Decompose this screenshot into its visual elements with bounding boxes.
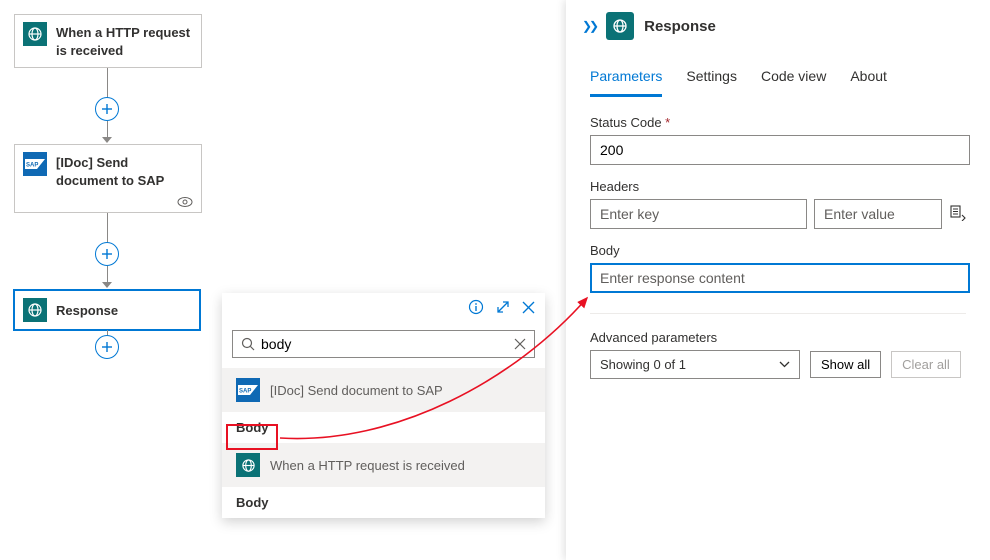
- expand-icon[interactable]: [496, 300, 510, 317]
- connector: [107, 213, 108, 243]
- node-http-trigger[interactable]: When a HTTP request is received: [14, 14, 202, 68]
- header-value-input[interactable]: [814, 199, 942, 229]
- arrow-head-icon: [102, 282, 112, 288]
- status-code-label: Status Code *: [590, 115, 966, 130]
- chevron-down-icon: [779, 361, 790, 368]
- sap-icon: SAP: [236, 378, 260, 402]
- connector: [107, 68, 108, 98]
- clear-icon[interactable]: [514, 338, 526, 350]
- header-key-input[interactable]: [590, 199, 807, 229]
- token-search-input[interactable]: [232, 330, 535, 358]
- info-icon[interactable]: [468, 299, 484, 318]
- globe-icon: [23, 22, 47, 46]
- search-icon: [241, 337, 255, 351]
- headers-label: Headers: [590, 179, 966, 194]
- node-title: Response: [56, 300, 118, 320]
- tab-codeview[interactable]: Code view: [761, 60, 826, 97]
- switch-mode-icon[interactable]: [950, 205, 966, 224]
- globe-icon: [236, 453, 260, 477]
- advanced-parameters-label: Advanced parameters: [566, 314, 990, 350]
- globe-icon: [23, 298, 47, 322]
- show-all-button[interactable]: Show all: [810, 351, 881, 378]
- node-response[interactable]: Response: [13, 289, 201, 331]
- sap-icon: SAP: [23, 152, 47, 176]
- body-label: Body: [590, 243, 966, 258]
- arrow-head-icon: [102, 137, 112, 143]
- annotation-highlight: [226, 424, 278, 450]
- token-source-sap[interactable]: SAP [IDoc] Send document to SAP: [222, 368, 545, 412]
- svg-text:SAP: SAP: [26, 163, 38, 169]
- globe-icon: [606, 12, 634, 40]
- collapse-chevron-icon[interactable]: ❯❯: [582, 19, 596, 33]
- tab-about[interactable]: About: [850, 60, 887, 97]
- node-sap-idoc[interactable]: SAP [IDoc] Send document to SAP: [14, 144, 202, 213]
- tabs: Parameters Settings Code view About: [566, 60, 990, 97]
- clear-all-button: Clear all: [891, 351, 961, 378]
- token-body[interactable]: Body: [222, 487, 545, 518]
- token-source-label: When a HTTP request is received: [270, 458, 465, 473]
- token-picker-panel: SAP [IDoc] Send document to SAP Body Whe…: [222, 293, 545, 518]
- status-code-input[interactable]: [590, 135, 970, 165]
- svg-text:SAP: SAP: [239, 389, 251, 395]
- tab-parameters[interactable]: Parameters: [590, 60, 662, 97]
- close-icon[interactable]: [522, 301, 535, 317]
- add-step-button[interactable]: [95, 242, 119, 266]
- add-step-button[interactable]: [95, 335, 119, 359]
- token-source-label: [IDoc] Send document to SAP: [270, 383, 443, 398]
- node-title: When a HTTP request is received: [56, 22, 193, 60]
- tab-settings[interactable]: Settings: [686, 60, 737, 97]
- add-step-button[interactable]: [95, 97, 119, 121]
- preview-icon: [15, 197, 201, 212]
- details-panel: ❯❯ Response Parameters Settings Code vie…: [566, 0, 990, 560]
- panel-title: Response: [644, 18, 716, 35]
- node-title: [IDoc] Send document to SAP: [56, 152, 193, 190]
- advanced-parameters-select[interactable]: Showing 0 of 1: [590, 350, 800, 379]
- body-input[interactable]: [590, 263, 970, 293]
